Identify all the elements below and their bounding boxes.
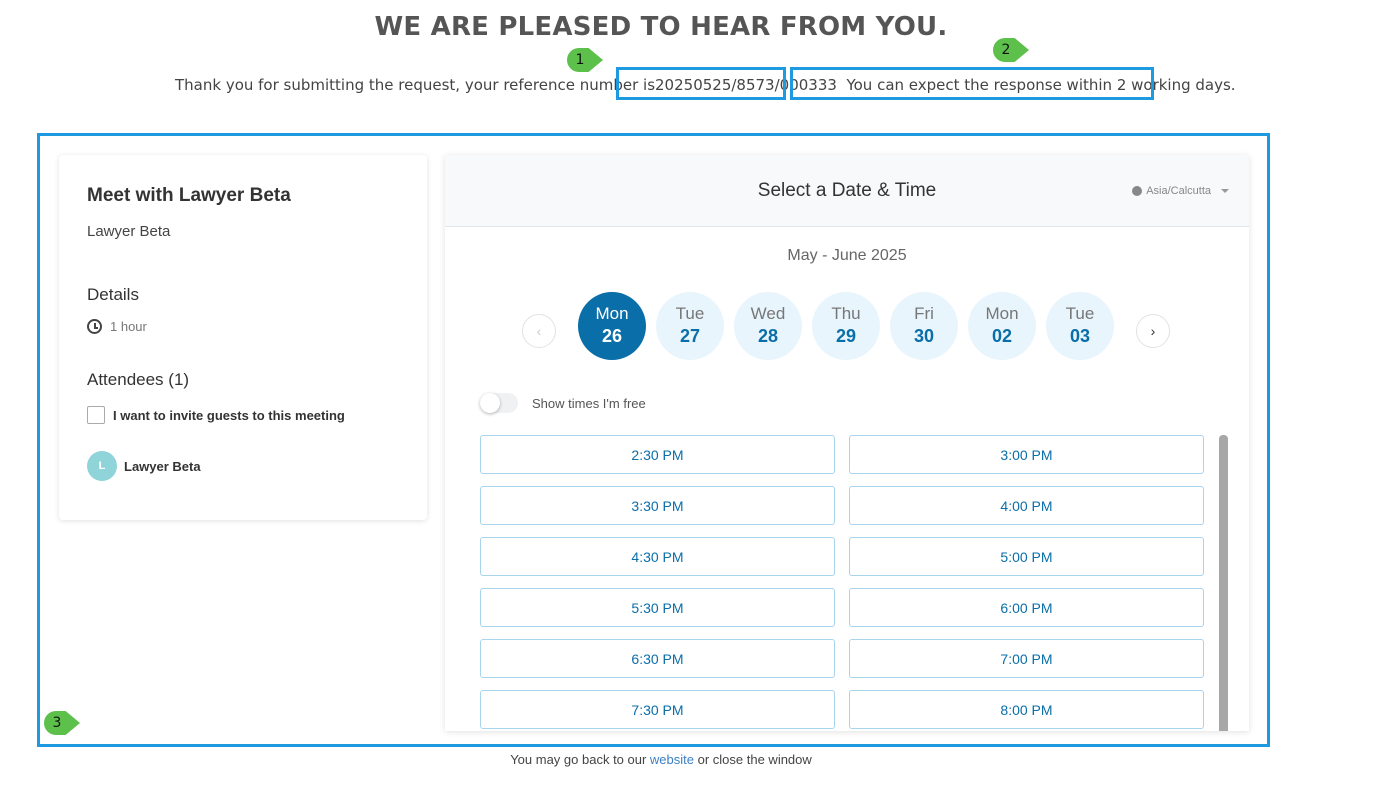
day-date: 03 (1069, 326, 1091, 346)
response-highlight-box (790, 67, 1154, 100)
avatar: L (87, 451, 117, 481)
annotation-marker-1: 1 (567, 48, 603, 72)
time-slot-button[interactable]: 3:00 PM (849, 435, 1204, 474)
day-name: Tue (675, 304, 705, 323)
footer-suffix: or close the window (694, 752, 812, 767)
date-time-picker: Select a Date & Time Asia/Calcutta May -… (445, 155, 1249, 731)
attendee-name: Lawyer Beta (124, 458, 201, 474)
day-name: Tue (1065, 304, 1095, 323)
day-button[interactable]: Fri 30 (890, 292, 958, 360)
website-link[interactable]: website (650, 752, 694, 767)
event-host: Lawyer Beta (87, 223, 171, 240)
picker-title: Select a Date & Time (757, 180, 937, 201)
show-free-times-label: Show times I'm free (532, 395, 646, 411)
confirmation-prefix: Thank you for submitting the request, yo… (175, 76, 656, 94)
invite-guests-label: I want to invite guests to this meeting (113, 407, 345, 423)
time-slot-button[interactable]: 6:00 PM (849, 588, 1204, 627)
invite-guests-checkbox[interactable] (87, 406, 105, 424)
day-selector: Mon 26 Tue 27 Wed 28 Thu 29 Fri 30 Mon 02 Tue 03 (578, 292, 1114, 360)
day-button[interactable]: Thu 29 (812, 292, 880, 360)
event-title: Meet with Lawyer Beta (87, 185, 291, 206)
day-button[interactable]: Mon 26 (578, 292, 646, 360)
details-heading: Details (87, 285, 139, 304)
slots-scrollbar[interactable] (1219, 435, 1228, 731)
page-headline: WE ARE PLEASED TO HEAR FROM YOU. (374, 12, 948, 42)
day-name: Mon (595, 304, 629, 323)
time-slot-button[interactable]: 7:00 PM (849, 639, 1204, 678)
attendee-item: L Lawyer Beta (87, 451, 201, 481)
time-slot-button[interactable]: 6:30 PM (480, 639, 835, 678)
next-week-button[interactable]: › (1136, 314, 1170, 348)
time-slot-button[interactable]: 4:30 PM (480, 537, 835, 576)
caret-down-icon (1221, 189, 1229, 193)
reference-highlight-box (616, 67, 786, 100)
timezone-selector[interactable]: Asia/Calcutta (1132, 185, 1229, 197)
day-button[interactable]: Tue 03 (1046, 292, 1114, 360)
time-slot-button[interactable]: 5:00 PM (849, 537, 1204, 576)
show-free-times-toggle[interactable] (480, 393, 518, 413)
time-slot-button[interactable]: 3:30 PM (480, 486, 835, 525)
day-date: 02 (991, 326, 1013, 346)
time-slot-button[interactable]: 2:30 PM (480, 435, 835, 474)
day-name: Mon (985, 304, 1019, 323)
day-date: 27 (679, 326, 701, 346)
day-name: Fri (914, 304, 934, 323)
event-details-card: Meet with Lawyer Beta Lawyer Beta Detail… (59, 155, 427, 520)
event-duration: 1 hour (87, 319, 147, 334)
invite-guests-option[interactable]: I want to invite guests to this meeting (87, 406, 345, 424)
day-button[interactable]: Mon 02 (968, 292, 1036, 360)
day-button[interactable]: Wed 28 (734, 292, 802, 360)
day-date: 30 (913, 326, 935, 346)
previous-week-button[interactable]: ‹ (522, 314, 556, 348)
time-slot-button[interactable]: 4:00 PM (849, 486, 1204, 525)
duration-text: 1 hour (110, 319, 147, 334)
picker-header: Select a Date & Time Asia/Calcutta (445, 155, 1249, 227)
day-date: 26 (601, 326, 623, 346)
show-free-times-row: Show times I'm free (480, 393, 646, 413)
day-date: 29 (835, 326, 857, 346)
timezone-label: Asia/Calcutta (1146, 185, 1211, 197)
footer-prefix: You may go back to our (510, 752, 650, 767)
day-name: Thu (831, 304, 861, 323)
clock-icon (87, 319, 102, 334)
day-button[interactable]: Tue 27 (656, 292, 724, 360)
day-date: 28 (757, 326, 779, 346)
time-slot-button[interactable]: 5:30 PM (480, 588, 835, 627)
month-range: May - June 2025 (787, 247, 907, 264)
time-slot-button[interactable]: 7:30 PM (480, 690, 835, 729)
day-name: Wed (750, 304, 786, 323)
footer-note: You may go back to our website or close … (0, 752, 1322, 767)
time-slot-grid: 2:30 PM 3:00 PM 3:30 PM 4:00 PM 4:30 PM 5:00 … (480, 435, 1204, 729)
globe-icon (1132, 186, 1143, 196)
attendees-heading: Attendees (1) (87, 370, 190, 389)
time-slot-button[interactable]: 8:00 PM (849, 690, 1204, 729)
